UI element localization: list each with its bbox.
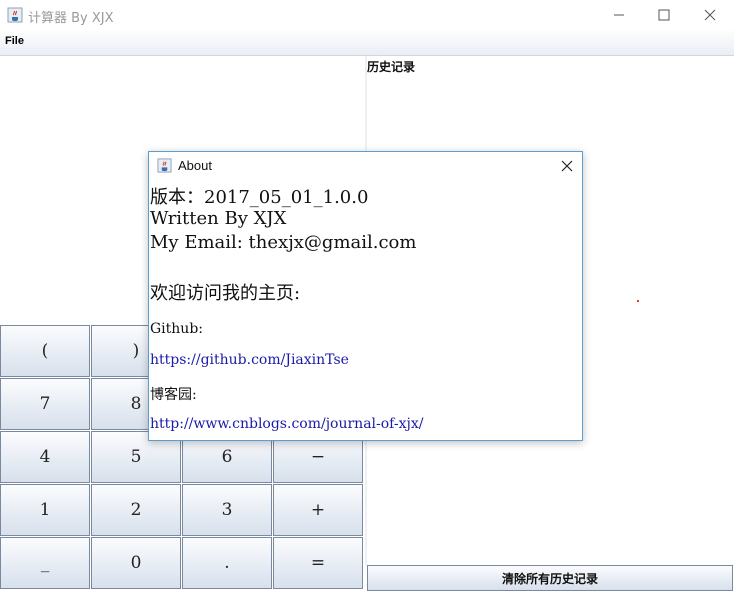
email-text: My Email: thexjx@gmail.com — [150, 232, 417, 253]
key-1[interactable]: 1 — [0, 484, 90, 536]
blog-link[interactable]: http://www.cnblogs.com/journal-of-xjx/ — [150, 416, 423, 432]
author-text: Written By XJX — [150, 208, 287, 229]
history-title: 历史记录 — [367, 60, 416, 74]
key-open-paren[interactable]: ( — [0, 325, 90, 377]
key-3[interactable]: 3 — [182, 484, 272, 536]
minimize-icon — [613, 6, 625, 25]
key-underscore[interactable]: _ — [0, 537, 90, 589]
close-icon — [704, 6, 716, 25]
about-dialog: About 版本：2017_05_01_1.0.0 Written By XJX… — [148, 151, 583, 441]
maximize-icon — [658, 6, 670, 25]
window-titlebar: 计算器 By XJX — [0, 0, 734, 31]
stray-pixel — [637, 300, 639, 302]
about-dialog-body: 版本：2017_05_01_1.0.0 Written By XJX My Em… — [149, 179, 582, 440]
key-decimal[interactable]: . — [182, 537, 272, 589]
menu-file[interactable]: File — [5, 35, 24, 47]
version-text: 版本：2017_05_01_1.0.0 — [150, 187, 369, 208]
key-2[interactable]: 2 — [91, 484, 181, 536]
blog-label: 博客园: — [150, 387, 197, 403]
java-coffee-icon — [157, 158, 172, 173]
key-7[interactable]: 7 — [0, 378, 90, 430]
maximize-button[interactable] — [641, 0, 687, 31]
key-equals[interactable]: = — [273, 537, 363, 589]
github-label: Github: — [150, 321, 203, 337]
java-coffee-icon — [7, 7, 23, 23]
about-dialog-title: About — [178, 158, 212, 173]
clear-history-button[interactable]: 清除所有历史记录 — [367, 565, 733, 591]
close-button[interactable] — [687, 0, 733, 31]
about-close-button[interactable] — [554, 154, 580, 178]
key-4[interactable]: 4 — [0, 431, 90, 483]
window-title: 计算器 By XJX — [28, 11, 114, 26]
welcome-text: 欢迎访问我的主页: — [150, 283, 301, 304]
key-0[interactable]: 0 — [91, 537, 181, 589]
about-dialog-titlebar: About — [149, 152, 582, 179]
menu-bar: File — [0, 31, 734, 56]
minimize-button[interactable] — [596, 0, 642, 31]
close-icon — [561, 157, 573, 176]
key-plus[interactable]: + — [273, 484, 363, 536]
github-link[interactable]: https://github.com/JiaxinTse — [150, 352, 349, 368]
